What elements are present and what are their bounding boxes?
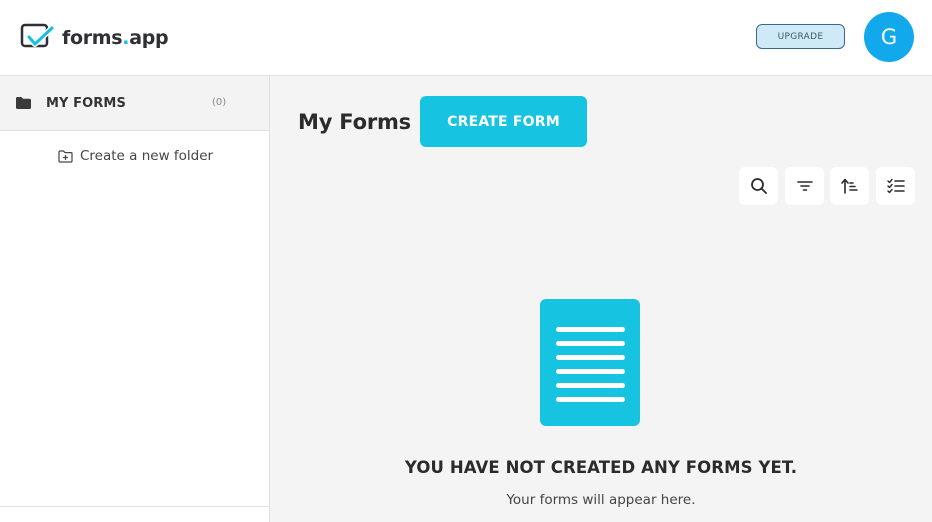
logo[interactable]: forms.app — [20, 23, 169, 52]
main-content: My Forms CREATE FORM YOU HAVE NOT CREATE… — [270, 76, 932, 522]
avatar[interactable]: G — [864, 12, 914, 62]
create-folder-link[interactable]: Create a new folder — [58, 148, 213, 164]
logo-icon — [20, 23, 55, 48]
create-folder-label: Create a new folder — [80, 148, 214, 164]
page-title: My Forms — [298, 110, 411, 134]
upgrade-button[interactable]: UPGRADE — [756, 24, 845, 49]
filter-button[interactable] — [785, 167, 824, 205]
sort-button[interactable] — [830, 167, 869, 205]
select-list-icon — [886, 178, 905, 194]
document-icon — [540, 299, 640, 426]
sidebar-item-my-forms[interactable]: MY FORMS (0) — [0, 76, 269, 131]
search-icon — [750, 178, 767, 194]
sort-icon — [840, 178, 858, 194]
forms-count: (0) — [212, 97, 227, 108]
empty-state-title: YOU HAVE NOT CREATED ANY FORMS YET. — [404, 458, 798, 477]
create-form-button[interactable]: CREATE FORM — [420, 96, 587, 147]
folder-icon — [16, 97, 31, 109]
sidebar-divider — [0, 506, 269, 507]
search-button[interactable] — [739, 167, 778, 205]
folder-plus-icon — [58, 149, 73, 163]
top-bar: forms.app UPGRADE G — [0, 0, 932, 76]
sidebar: MY FORMS (0) Create a new folder — [0, 76, 270, 522]
filter-icon — [796, 181, 813, 191]
logo-text: forms.app — [62, 26, 169, 49]
sidebar-item-label: MY FORMS — [46, 96, 126, 111]
select-button[interactable] — [876, 167, 915, 205]
empty-state-subtitle: Your forms will appear here. — [506, 492, 696, 508]
